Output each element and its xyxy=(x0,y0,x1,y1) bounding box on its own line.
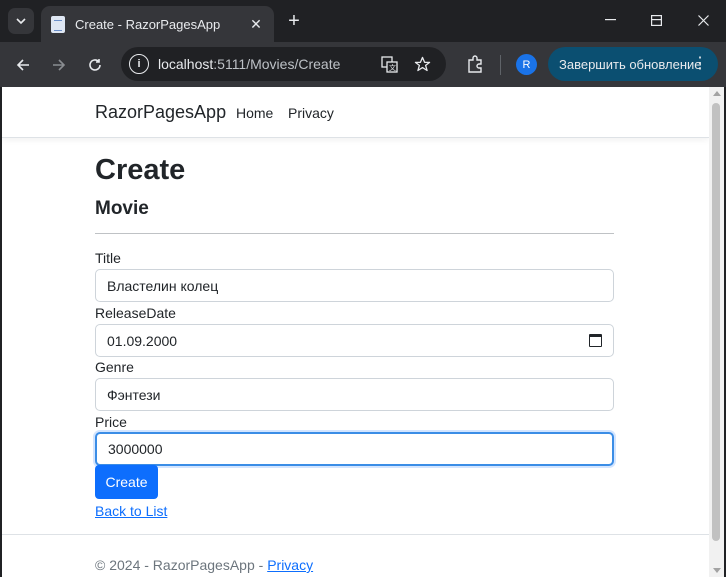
page-subtitle: Movie xyxy=(95,198,149,219)
genre-label: Genre xyxy=(95,359,134,375)
url-text[interactable]: localhost:5111/Movies/Create xyxy=(158,56,340,72)
browser-toolbar: i localhost:5111/Movies/Create 文 R Завер… xyxy=(0,42,726,87)
url-host: localhost xyxy=(158,56,214,72)
price-value: 3000000 xyxy=(108,441,163,457)
site-brand-link[interactable]: RazorPagesApp xyxy=(95,102,226,123)
scroll-down-arrow-icon[interactable] xyxy=(713,568,721,573)
release-date-input[interactable]: 01.09.2000 xyxy=(95,324,614,357)
footer-text: © 2024 - RazorPagesApp - xyxy=(95,557,268,573)
close-icon xyxy=(697,14,709,26)
divider xyxy=(95,233,614,234)
arrow-left-icon xyxy=(16,59,29,71)
kebab-menu-icon[interactable]: ⋮ xyxy=(692,53,708,73)
maximize-icon xyxy=(650,14,662,26)
create-button[interactable]: Create xyxy=(95,465,158,499)
tab-search-button[interactable] xyxy=(8,8,34,34)
genre-value: Фэнтези xyxy=(107,386,161,403)
update-label: Завершить обновление xyxy=(559,56,702,72)
extensions-icon[interactable] xyxy=(462,51,488,77)
vertical-scrollbar[interactable] xyxy=(709,87,724,577)
page-favicon-icon xyxy=(51,15,65,33)
nav-link-privacy[interactable]: Privacy xyxy=(288,105,334,121)
forward-button[interactable] xyxy=(45,51,73,79)
scroll-thumb[interactable] xyxy=(712,103,720,541)
close-tab-icon[interactable]: ✕ xyxy=(246,16,266,33)
back-to-list-link[interactable]: Back to List xyxy=(95,503,167,519)
nav-link-home[interactable]: Home xyxy=(236,105,273,121)
site-info-icon[interactable]: i xyxy=(129,54,149,74)
minimize-button[interactable] xyxy=(587,0,633,40)
title-input[interactable]: Властелин колец xyxy=(95,269,614,302)
title-value: Властелин колец xyxy=(107,277,219,294)
footer-divider xyxy=(2,534,709,535)
genre-input[interactable]: Фэнтези xyxy=(95,378,614,411)
finish-update-button[interactable]: Завершить обновление ⋮ xyxy=(548,47,718,81)
reload-icon xyxy=(89,59,101,71)
profile-avatar[interactable]: R xyxy=(516,54,537,75)
arrow-right-icon xyxy=(53,59,66,71)
release-date-value: 01.09.2000 xyxy=(107,332,178,349)
back-button[interactable] xyxy=(9,51,37,79)
svg-text:文: 文 xyxy=(389,63,396,72)
reload-button[interactable] xyxy=(81,51,109,79)
close-window-button[interactable] xyxy=(680,0,726,40)
minimize-icon xyxy=(604,19,616,21)
translate-icon[interactable]: 文 xyxy=(379,54,399,74)
footer-privacy-link[interactable]: Privacy xyxy=(267,557,313,573)
page-title: Create xyxy=(95,154,186,186)
site-navbar: RazorPagesApp Home Privacy xyxy=(2,87,709,138)
site-footer: © 2024 - RazorPagesApp - Privacy xyxy=(95,557,313,573)
bookmark-star-icon[interactable] xyxy=(412,54,432,74)
address-bar[interactable]: i localhost:5111/Movies/Create 文 xyxy=(121,47,446,81)
url-path: :5111/Movies/Create xyxy=(213,56,341,72)
title-label: Title xyxy=(95,250,121,266)
maximize-button[interactable] xyxy=(633,0,679,40)
calendar-icon[interactable] xyxy=(589,334,602,347)
price-input[interactable]: 3000000 xyxy=(95,432,614,466)
chevron-down-icon xyxy=(16,17,26,24)
price-label: Price xyxy=(95,414,127,430)
page-viewport: RazorPagesApp Home Privacy Create Movie … xyxy=(2,87,724,577)
browser-tab[interactable]: Create - RazorPagesApp ✕ xyxy=(41,6,274,42)
release-date-label: ReleaseDate xyxy=(95,305,176,321)
toolbar-divider xyxy=(500,55,501,75)
new-tab-button[interactable]: + xyxy=(282,8,306,34)
tab-title: Create - RazorPagesApp xyxy=(75,16,221,32)
scroll-up-arrow-icon[interactable] xyxy=(713,91,721,96)
